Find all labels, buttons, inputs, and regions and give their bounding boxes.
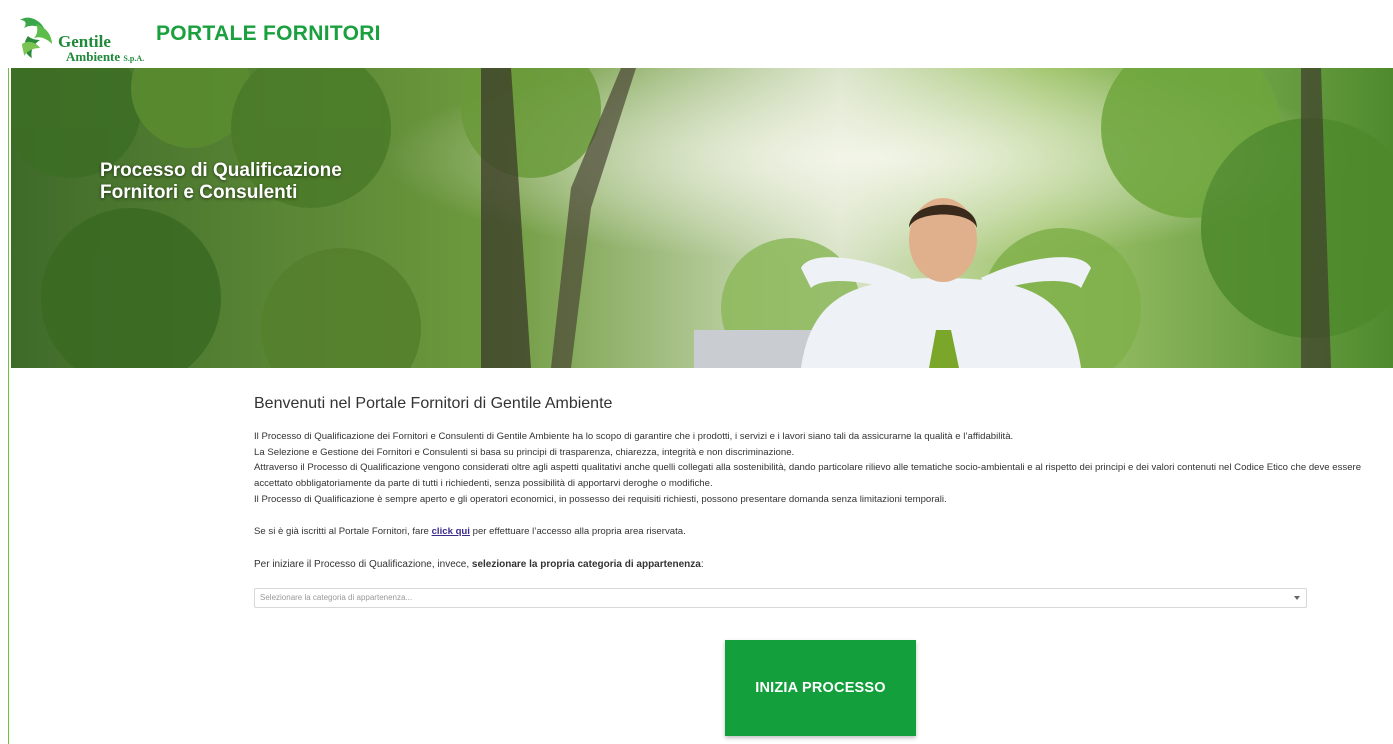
hero-title: Processo di Qualificazione Fornitori e C… [100, 160, 420, 204]
left-border-line [8, 68, 9, 744]
welcome-heading: Benvenuti nel Portale Fornitori di Genti… [254, 395, 613, 412]
category-select[interactable]: Selezionare la categoria di appartenenza… [254, 588, 1307, 608]
main-content: Benvenuti nel Portale Fornitori di Genti… [254, 395, 1364, 570]
intro-paragraph-3: Attraverso il Processo di Qualificazione… [254, 462, 1362, 490]
category-instruction-prefix: Per iniziare il Processo di Qualificazio… [254, 559, 472, 570]
header: Gentile Ambiente S.p.A. PORTALE FORNITOR… [0, 0, 1393, 68]
category-instruction: Per iniziare il Processo di Qualificazio… [254, 559, 704, 570]
access-text-suffix: per effettuare l’accesso alla propria ar… [469, 526, 686, 537]
intro-paragraph-2: La Selezione e Gestione dei Fornitori e … [254, 446, 795, 458]
hero-title-line2: Fornitori e Consulenti [100, 182, 298, 203]
hero-title-line1: Processo di Qualificazione [100, 160, 342, 181]
login-link[interactable]: click qui [432, 526, 470, 537]
intro-paragraph-1: Il Processo di Qualificazione dei Fornit… [254, 431, 1014, 442]
access-text: Se si è già iscritti al Portale Fornitor… [254, 526, 686, 537]
company-logo[interactable]: Gentile Ambiente S.p.A. [18, 14, 158, 64]
logo-text-spa: S.p.A. [123, 54, 145, 63]
chevron-down-icon[interactable] [1294, 596, 1300, 600]
logo-text-ambiente-word: Ambiente [66, 49, 121, 64]
logo-text-ambiente: Ambiente S.p.A. [66, 49, 144, 65]
start-process-button[interactable]: INIZIA PROCESSO [725, 640, 916, 736]
intro-paragraph-4: Il Processo di Qualificazione è sempre a… [254, 493, 947, 505]
category-select-placeholder: Selezionare la categoria di appartenenza… [260, 593, 413, 602]
hero-forest-image [11, 68, 1393, 368]
portal-title: PORTALE FORNITORI [156, 22, 381, 45]
category-instruction-bold: selezionare la propria categoria di appa… [471, 559, 701, 570]
category-instruction-suffix: : [700, 559, 704, 570]
intro-text: Il Processo di Qualificazione dei Fornit… [254, 429, 1364, 508]
access-text-prefix: Se si è già iscritti al Portale Fornitor… [254, 526, 432, 537]
hero-banner: Processo di Qualificazione Fornitori e C… [11, 68, 1393, 368]
